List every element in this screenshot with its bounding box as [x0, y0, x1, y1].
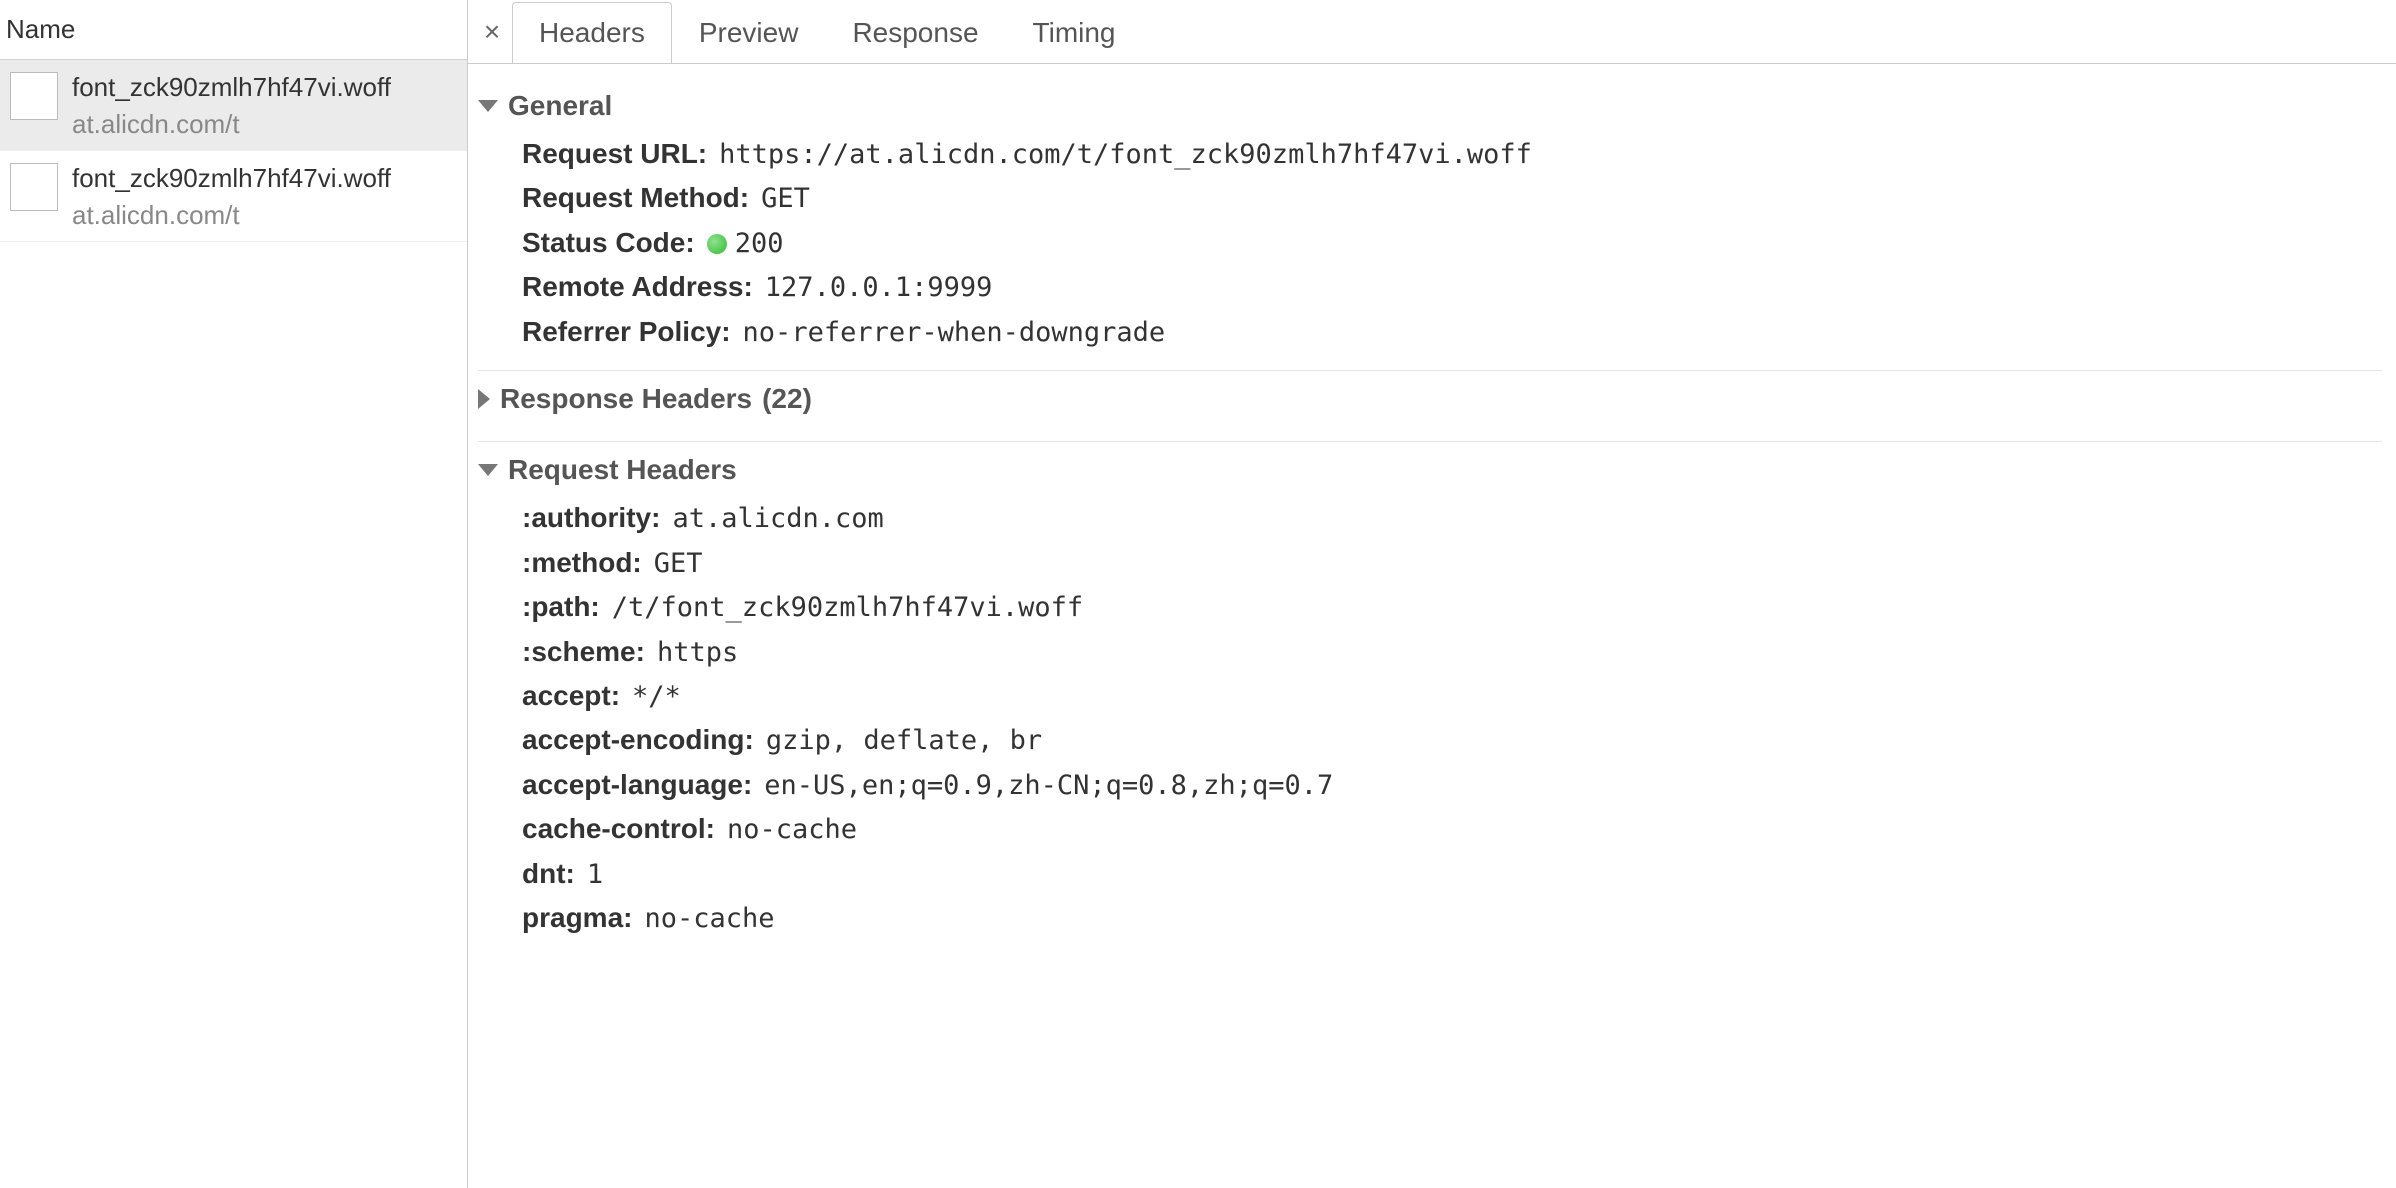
request-item-domain: at.alicdn.com/t: [72, 109, 391, 140]
tab-timing[interactable]: Timing: [1006, 2, 1143, 63]
section-general: General Request URL: https://at.alicdn.c…: [478, 78, 2382, 371]
close-icon[interactable]: ×: [472, 16, 512, 48]
tabs-row: × Headers Preview Response Timing: [468, 0, 2396, 64]
request-header-row: pragma: no-cache: [478, 896, 2382, 940]
request-item[interactable]: font_zck90zmlh7hf47vi.woff at.alicdn.com…: [0, 151, 467, 242]
kv-key: Remote Address:: [522, 268, 753, 306]
section-response-headers: Response Headers (22): [478, 371, 2382, 442]
section-general-title[interactable]: General: [478, 86, 2382, 132]
kv-value: no-cache: [727, 812, 857, 848]
kv-key: dnt:: [522, 855, 575, 893]
kv-value: 200: [707, 226, 784, 262]
section-request-headers-title[interactable]: Request Headers: [478, 450, 2382, 496]
request-header-row: :path: /t/font_zck90zmlh7hf47vi.woff: [478, 585, 2382, 629]
request-header-row: :method: GET: [478, 541, 2382, 585]
request-list-panel: Name font_zck90zmlh7hf47vi.woff at.alicd…: [0, 0, 468, 1188]
request-item-text: font_zck90zmlh7hf47vi.woff at.alicdn.com…: [72, 70, 391, 140]
kv-value: gzip, deflate, br: [766, 723, 1042, 759]
status-code-value: 200: [735, 228, 784, 259]
general-status-code: Status Code: 200: [478, 221, 2382, 265]
section-request-headers: Request Headers :authority: at.alicdn.co…: [478, 442, 2382, 956]
request-list: font_zck90zmlh7hf47vi.woff at.alicdn.com…: [0, 60, 467, 1188]
general-referrer-policy: Referrer Policy: no-referrer-when-downgr…: [478, 310, 2382, 354]
kv-key: accept-language:: [522, 766, 752, 804]
request-header-row: accept-encoding: gzip, deflate, br: [478, 718, 2382, 762]
kv-key: pragma:: [522, 899, 632, 937]
request-item-text: font_zck90zmlh7hf47vi.woff at.alicdn.com…: [72, 161, 391, 231]
request-item-domain: at.alicdn.com/t: [72, 200, 391, 231]
general-request-url: Request URL: https://at.alicdn.com/t/fon…: [478, 132, 2382, 176]
section-response-headers-title[interactable]: Response Headers (22): [478, 379, 2382, 425]
kv-value: /t/font_zck90zmlh7hf47vi.woff: [612, 590, 1083, 626]
section-title-label: Request Headers: [508, 454, 737, 486]
kv-value: GET: [654, 546, 703, 582]
kv-key: :method:: [522, 544, 642, 582]
request-header-row: cache-control: no-cache: [478, 807, 2382, 851]
request-header-row: :authority: at.alicdn.com: [478, 496, 2382, 540]
general-request-method: Request Method: GET: [478, 176, 2382, 220]
kv-value: https://at.alicdn.com/t/font_zck90zmlh7h…: [719, 137, 1532, 173]
request-item[interactable]: font_zck90zmlh7hf47vi.woff at.alicdn.com…: [0, 60, 467, 151]
kv-value: https: [657, 635, 738, 671]
kv-key: Referrer Policy:: [522, 313, 731, 351]
kv-key: :scheme:: [522, 633, 645, 671]
kv-key: cache-control:: [522, 810, 715, 848]
kv-value: 1: [587, 857, 603, 893]
file-icon: [10, 72, 58, 120]
request-header-row: dnt: 1: [478, 852, 2382, 896]
kv-value: at.alicdn.com: [672, 501, 883, 537]
chevron-right-icon: [478, 389, 490, 409]
kv-key: :authority:: [522, 499, 660, 537]
status-dot-icon: [707, 234, 727, 254]
kv-value: en-US,en;q=0.9,zh-CN;q=0.8,zh;q=0.7: [764, 768, 1333, 804]
response-headers-count: (22): [762, 383, 812, 415]
kv-value: no-referrer-when-downgrade: [743, 315, 1166, 351]
tab-response[interactable]: Response: [825, 2, 1005, 63]
file-icon: [10, 163, 58, 211]
kv-key: Request URL:: [522, 135, 707, 173]
request-header-row: :scheme: https: [478, 630, 2382, 674]
kv-value: no-cache: [644, 901, 774, 937]
request-header-row: accept-language: en-US,en;q=0.9,zh-CN;q=…: [478, 763, 2382, 807]
request-item-name: font_zck90zmlh7hf47vi.woff: [72, 163, 391, 194]
section-title-label: General: [508, 90, 612, 122]
tab-headers[interactable]: Headers: [512, 2, 672, 63]
kv-value: 127.0.0.1:9999: [765, 270, 993, 306]
request-list-header: Name: [0, 0, 467, 60]
chevron-down-icon: [478, 464, 498, 476]
request-item-name: font_zck90zmlh7hf47vi.woff: [72, 72, 391, 103]
kv-value: GET: [761, 181, 810, 217]
kv-key: Request Method:: [522, 179, 749, 217]
section-title-label: Response Headers: [500, 383, 752, 415]
details-panel: × Headers Preview Response Timing Genera…: [468, 0, 2396, 1188]
details-content: General Request URL: https://at.alicdn.c…: [468, 64, 2396, 1188]
kv-key: accept:: [522, 677, 620, 715]
tab-preview[interactable]: Preview: [672, 2, 826, 63]
kv-key: :path:: [522, 588, 600, 626]
kv-key: Status Code:: [522, 224, 695, 262]
kv-value: */*: [632, 679, 681, 715]
kv-key: accept-encoding:: [522, 721, 754, 759]
request-header-row: accept: */*: [478, 674, 2382, 718]
general-remote-address: Remote Address: 127.0.0.1:9999: [478, 265, 2382, 309]
chevron-down-icon: [478, 100, 498, 112]
